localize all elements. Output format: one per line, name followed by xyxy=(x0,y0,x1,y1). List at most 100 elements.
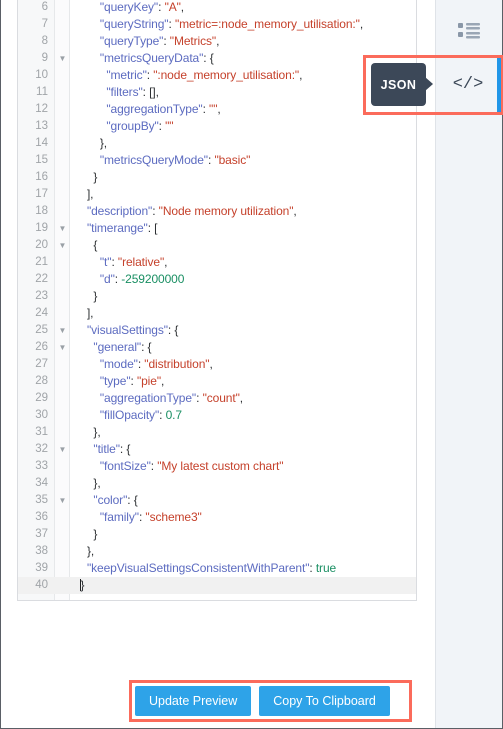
code-text: "metric": ":node_memory_utilisation:", xyxy=(106,68,303,82)
line-number: 22 xyxy=(35,273,48,285)
code-text: }, xyxy=(93,425,101,439)
code-text: }, xyxy=(93,476,101,490)
code-line[interactable]: 39 "keepVisualSettingsConsistentWithPare… xyxy=(18,560,416,577)
code-text: "metricsQueryData": { xyxy=(99,51,214,65)
code-line[interactable]: 11 "filters": [], xyxy=(18,84,416,101)
code-line[interactable]: 19 ▼ "timerange": [ xyxy=(18,220,416,237)
app-root: 6 "queryKey": "A", 7 "queryString": "metr… xyxy=(0,0,503,729)
line-number: 37 xyxy=(35,528,48,540)
code-line[interactable]: 26 ▼ "general": { xyxy=(18,339,416,356)
code-line[interactable]: 32 ▼ "title": { xyxy=(18,441,416,458)
code-text: "general": { xyxy=(93,340,152,354)
code-line[interactable]: 34 }, xyxy=(18,475,416,492)
fold-toggle-icon[interactable]: ▼ xyxy=(57,237,68,254)
line-number: 30 xyxy=(35,409,48,421)
form-list-icon[interactable] xyxy=(436,18,502,44)
code-text: "color": { xyxy=(93,493,138,507)
line-number: 10 xyxy=(35,69,48,81)
line-number: 39 xyxy=(35,562,48,574)
code-line[interactable]: 38 }, xyxy=(18,543,416,560)
code-line[interactable]: 20 ▼ { xyxy=(18,237,416,254)
fold-toggle-icon[interactable]: ▼ xyxy=(57,50,68,67)
code-line[interactable]: 25 ▼ "visualSettings": { xyxy=(18,322,416,339)
code-line[interactable]: 24 ], xyxy=(18,305,416,322)
code-text: }, xyxy=(99,136,108,150)
update-preview-button[interactable]: Update Preview xyxy=(135,686,252,716)
code-text: "filters": [], xyxy=(106,85,159,99)
line-number: 11 xyxy=(36,86,48,98)
code-text: "queryType": "Metrics", xyxy=(99,34,220,48)
code-line[interactable]: 28 "type": "pie", xyxy=(18,373,416,390)
code-text: "fillOpacity": 0.7 xyxy=(99,408,182,422)
code-line[interactable]: 21 "t": "relative", xyxy=(18,254,416,271)
code-view-toggle-button[interactable]: </> xyxy=(446,63,490,106)
code-text: } xyxy=(93,527,98,541)
code-text: } xyxy=(93,170,98,184)
code-text: { xyxy=(93,238,98,252)
code-text: "fontSize": "My latest custom chart" xyxy=(99,459,284,473)
code-text: "visualSettings": { xyxy=(86,323,179,337)
fold-toggle-icon[interactable]: ▼ xyxy=(57,492,68,509)
line-number: 23 xyxy=(35,290,48,302)
code-line[interactable]: 22 "d": -259200000 xyxy=(18,271,416,288)
code-line[interactable]: 8 "queryType": "Metrics", xyxy=(18,33,416,50)
line-number: 15 xyxy=(35,154,48,166)
line-number: 24 xyxy=(35,307,48,319)
code-text: "d": -259200000 xyxy=(99,272,185,286)
line-number: 12 xyxy=(35,103,48,115)
code-text: ], xyxy=(86,306,94,320)
code-line[interactable]: 33 "fontSize": "My latest custom chart" xyxy=(18,458,416,475)
code-line[interactable]: 35 ▼ "color": { xyxy=(18,492,416,509)
line-number: 25 xyxy=(35,324,48,336)
line-number: 29 xyxy=(35,392,48,404)
code-line[interactable]: 13 "groupBy": "" xyxy=(18,118,416,135)
code-content[interactable]: 6 "queryKey": "A", 7 "queryString": "metr… xyxy=(18,0,416,600)
code-line[interactable]: 10 "metric": ":node_memory_utilisation:"… xyxy=(18,67,416,84)
line-number: 31 xyxy=(35,426,48,438)
code-line[interactable]: 37 } xyxy=(18,526,416,543)
code-line[interactable]: 29 "aggregationType": "count", xyxy=(18,390,416,407)
fold-toggle-icon[interactable]: ▼ xyxy=(57,339,68,356)
code-line[interactable]: 18 "description": "Node memory utilizati… xyxy=(18,203,416,220)
code-line[interactable]: 27 "mode": "distribution", xyxy=(18,356,416,373)
code-line[interactable]: 7 "queryString": "metric=:node_memory_ut… xyxy=(18,16,416,33)
fold-toggle-icon[interactable]: ▼ xyxy=(57,441,68,458)
code-text: "groupBy": "" xyxy=(106,119,174,133)
code-line[interactable]: 31 }, xyxy=(18,424,416,441)
line-number: 18 xyxy=(35,205,48,217)
code-text: ], xyxy=(86,187,94,201)
code-line[interactable]: 15 "metricsQueryMode": "basic" xyxy=(18,152,416,169)
line-number: 19 xyxy=(35,222,48,234)
code-line[interactable]: 14 }, xyxy=(18,135,416,152)
code-line[interactable]: 23 } xyxy=(18,288,416,305)
tooltip-arrow xyxy=(425,77,433,91)
line-number: 21 xyxy=(35,256,48,268)
line-number: 28 xyxy=(35,375,48,387)
active-tab-indicator xyxy=(497,55,502,115)
code-text: } xyxy=(80,578,85,592)
code-line[interactable]: 30 "fillOpacity": 0.7 xyxy=(18,407,416,424)
line-number: 27 xyxy=(35,358,48,370)
code-text: "queryKey": "A", xyxy=(99,0,185,14)
code-text: "family": "scheme3" xyxy=(99,510,202,524)
line-number: 38 xyxy=(35,545,48,557)
copy-to-clipboard-button[interactable]: Copy To Clipboard xyxy=(259,686,390,716)
json-tooltip-label: JSON xyxy=(371,63,426,106)
line-number: 9 xyxy=(41,52,48,64)
code-line[interactable]: 36 "family": "scheme3" xyxy=(18,509,416,526)
code-line[interactable]: 16 } xyxy=(18,169,416,186)
code-line[interactable]: 9 ▼ "metricsQueryData": { xyxy=(18,50,416,67)
editor-action-buttons: Update Preview Copy To Clipboard xyxy=(135,686,390,716)
code-text: "aggregationType": "", xyxy=(106,102,221,116)
code-line[interactable]: 6 "queryKey": "A", xyxy=(18,0,416,16)
line-number: 35 xyxy=(35,494,48,506)
fold-toggle-icon[interactable]: ▼ xyxy=(57,322,68,339)
code-text: "aggregationType": "count", xyxy=(99,391,243,405)
fold-toggle-icon[interactable]: ▼ xyxy=(57,220,68,237)
json-editor[interactable]: 6 "queryKey": "A", 7 "queryString": "metr… xyxy=(17,0,417,601)
code-line[interactable]: 40 } xyxy=(18,577,416,594)
code-line[interactable]: 17 ], xyxy=(18,186,416,203)
code-text: "description": "Node memory utilization"… xyxy=(86,204,297,218)
line-number: 40 xyxy=(35,579,48,591)
code-line[interactable]: 12 "aggregationType": "", xyxy=(18,101,416,118)
